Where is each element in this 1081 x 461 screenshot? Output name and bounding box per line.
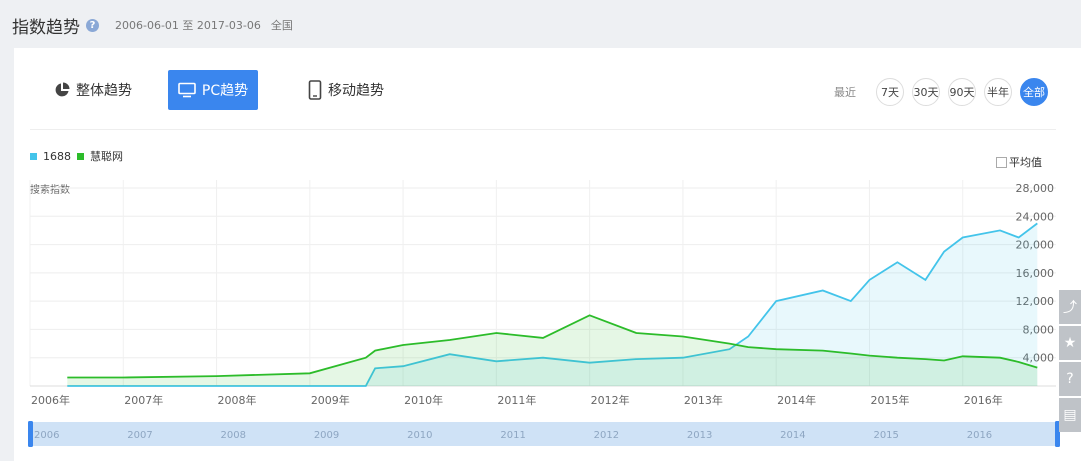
navigator-label: 2007 [127,430,152,441]
region-label[interactable]: 全国 [271,17,293,33]
navigator-label: 2011 [500,430,525,441]
navigator-label: 2008 [221,430,246,441]
x-tick-label: 2008年 [218,393,257,407]
x-tick-label: 2011年 [497,393,536,407]
page-header: 指数趋势 ? 2006-06-01 至 2017-03-06 全国 [12,10,293,40]
date-range[interactable]: 2006-06-01 至 2017-03-06 [115,17,261,33]
comment-icon[interactable]: ▤ [1059,398,1081,432]
x-tick-label: 2013年 [684,393,723,407]
navigator-label: 2006 [34,430,59,441]
navigator-label: 2010 [407,430,432,441]
x-tick-label: 2014年 [777,393,816,407]
question-circle-icon[interactable]: ? [86,18,99,32]
x-tick-label: 2010年 [404,393,443,407]
x-tick-label: 2016年 [964,393,1003,407]
help-icon[interactable]: ? [1059,362,1081,396]
side-toolbar: ⤴ ★ ? ▤ [1059,290,1081,434]
navigator-label: 2012 [594,430,619,441]
navigator-label: 2009 [314,430,339,441]
navigator-label: 2014 [780,430,805,441]
y-tick-label: 24,000 [1016,210,1055,223]
navigator-label: 2016 [967,430,992,441]
navigator-track [30,422,1058,446]
navigator-label: 2015 [873,430,898,441]
navigator-label: 2013 [687,430,712,441]
navigator-handle-left [28,421,33,447]
x-tick-label: 2007年 [124,393,163,407]
star-icon[interactable]: ★ [1059,326,1081,360]
x-tick-label: 2015年 [870,393,909,407]
x-tick-label: 2012年 [591,393,630,407]
trend-chart[interactable]: 28,00024,00020,00016,00012,0008,0004,000… [14,48,1081,461]
x-tick-label: 2006年 [31,393,70,407]
x-tick-label: 2009年 [311,393,350,407]
trend-panel: 整体趋势 PC趋势 移动趋势 最近 7天 30天 90天 半年 全部 1688 [14,48,1081,461]
share-icon[interactable]: ⤴ [1059,290,1081,324]
y-tick-label: 28,000 [1016,182,1055,195]
page-title: 指数趋势 [12,17,80,38]
